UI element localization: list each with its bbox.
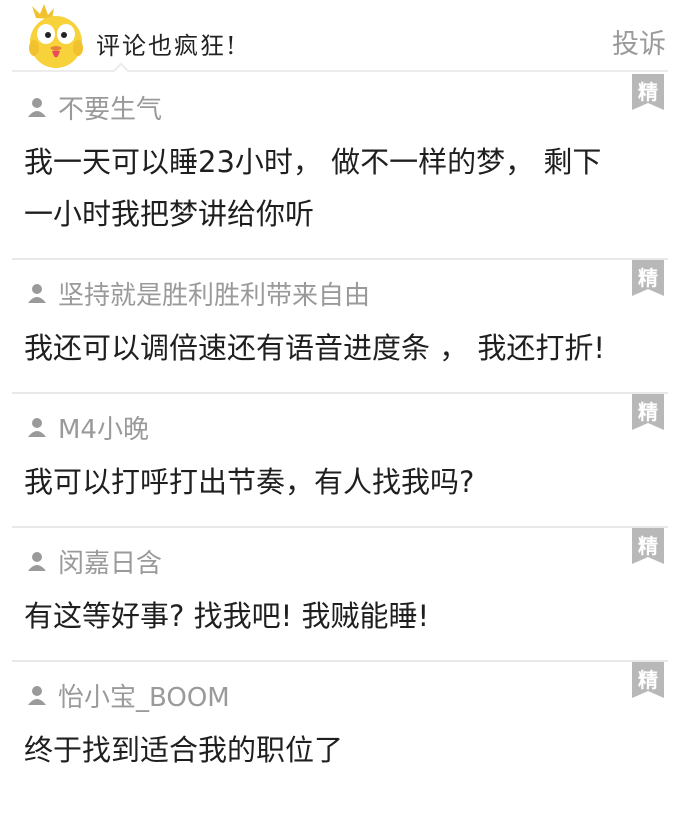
page-title: 评论也疯狂! <box>96 32 238 60</box>
comment-text: 有这等好事? 找我吧! 我贼能睡! <box>24 599 430 633</box>
comment-author: 闵嘉日含 <box>24 543 656 580</box>
comment-author: M4小晚 <box>24 409 656 446</box>
user-icon <box>28 418 46 437</box>
comments-header: 评论也疯狂! 投诉 <box>0 0 680 80</box>
comment-text: 终于找到适合我的职位了 <box>24 733 344 767</box>
comment-item: 精 坚持就是胜利胜利带来自由 我还可以调倍速还有语音进度条 ， 我还打折! <box>12 260 668 394</box>
comment-item: 精 不要生气 我一天可以睡23小时， 做不一样的梦， 剩下一小时我把梦讲给你听 <box>12 74 668 260</box>
featured-badge[interactable]: 精 <box>632 260 664 296</box>
comment-list: 精 不要生气 我一天可以睡23小时， 做不一样的梦， 剩下一小时我把梦讲给你听 … <box>0 74 680 794</box>
badge-label: 精 <box>638 80 658 104</box>
featured-badge[interactable]: 精 <box>632 74 664 110</box>
comment-item: 精 M4小晚 我可以打呼打出节奏，有人找我吗? <box>12 394 668 528</box>
featured-badge[interactable]: 精 <box>632 662 664 698</box>
comment-item: 精 怡小宝_BOOM 终于找到适合我的职位了 <box>12 662 668 794</box>
comment-text: 我可以打呼打出节奏，有人找我吗? <box>24 465 475 499</box>
comment-author: 怡小宝_BOOM <box>24 677 656 714</box>
chick-mascot-icon <box>29 4 83 68</box>
author-name[interactable]: 坚持就是胜利胜利带来自由 <box>58 275 370 312</box>
user-icon <box>28 686 46 705</box>
author-name[interactable]: M4小晚 <box>58 409 149 446</box>
badge-label: 精 <box>638 668 658 692</box>
header-divider <box>12 70 668 72</box>
user-icon <box>28 552 46 571</box>
badge-label: 精 <box>638 534 658 558</box>
comment-author: 坚持就是胜利胜利带来自由 <box>24 275 656 312</box>
author-name[interactable]: 不要生气 <box>58 89 162 126</box>
user-icon <box>28 98 46 117</box>
featured-badge[interactable]: 精 <box>632 528 664 564</box>
author-name[interactable]: 怡小宝_BOOM <box>58 677 230 714</box>
badge-label: 精 <box>638 266 658 290</box>
author-name[interactable]: 闵嘉日含 <box>58 543 162 580</box>
comment-author: 不要生气 <box>24 89 656 126</box>
user-icon <box>28 284 46 303</box>
featured-badge[interactable]: 精 <box>632 394 664 430</box>
report-button[interactable]: 投诉 <box>612 22 666 61</box>
badge-label: 精 <box>638 400 658 424</box>
comment-text: 我还可以调倍速还有语音进度条 ， 我还打折! <box>24 331 606 365</box>
comment-item: 精 闵嘉日含 有这等好事? 找我吧! 我贼能睡! <box>12 528 668 662</box>
comment-text: 我一天可以睡23小时， 做不一样的梦， 剩下一小时我把梦讲给你听 <box>24 145 602 231</box>
